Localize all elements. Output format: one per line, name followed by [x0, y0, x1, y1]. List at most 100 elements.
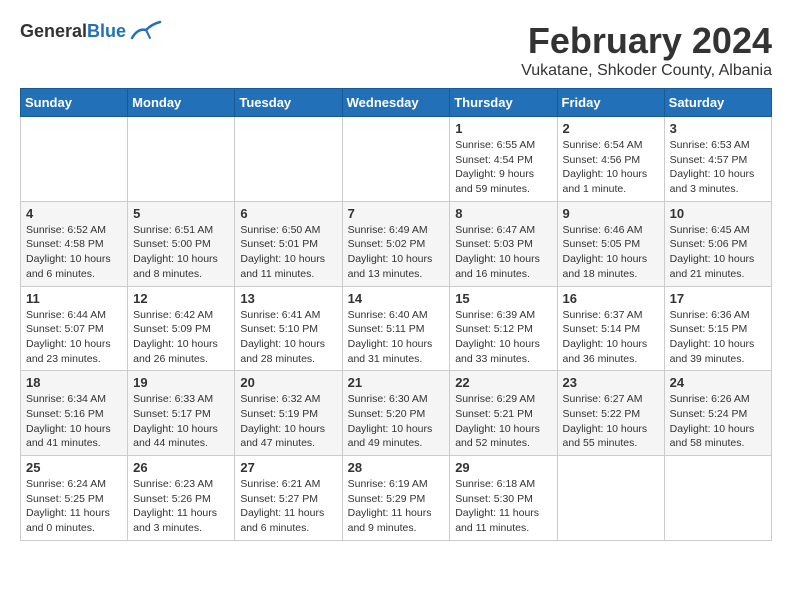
calendar-cell: 3Sunrise: 6:53 AM Sunset: 4:57 PM Daylig…	[664, 117, 771, 202]
calendar-cell: 29 Sunrise: 6:18 AM Sunset: 5:30 PM Dayli…	[450, 456, 557, 541]
day-info: Sunrise: 6:19 AM Sunset: 5:29 PM Dayligh…	[348, 477, 445, 536]
day-number: 16	[563, 291, 659, 306]
calendar-cell	[664, 456, 771, 541]
calendar-cell: 27 Sunrise: 6:21 AM Sunset: 5:27 PM Dayli…	[235, 456, 342, 541]
logo-bird-icon	[130, 20, 162, 42]
day-info: Sunrise: 6:33 AM Sunset: 5:17 PM Dayligh…	[133, 392, 229, 451]
calendar-day-header: Sunday	[21, 89, 128, 117]
calendar-week-row: 18Sunrise: 6:34 AM Sunset: 5:16 PM Dayli…	[21, 371, 772, 456]
calendar-cell: 6Sunrise: 6:50 AM Sunset: 5:01 PM Daylig…	[235, 201, 342, 286]
calendar-week-row: 1Sunrise: 6:55 AM Sunset: 4:54 PM Daylig…	[21, 117, 772, 202]
calendar-week-row: 25Sunrise: 6:24 AM Sunset: 5:25 PM Dayli…	[21, 456, 772, 541]
calendar-header: SundayMondayTuesdayWednesdayThursdayFrid…	[21, 89, 772, 117]
calendar-cell: 5Sunrise: 6:51 AM Sunset: 5:00 PM Daylig…	[128, 201, 235, 286]
day-info: Sunrise: 6:18 AM Sunset: 5:30 PM Dayligh…	[455, 477, 551, 536]
day-number: 27	[240, 460, 336, 475]
day-number: 19	[133, 375, 229, 390]
day-info: Sunrise: 6:52 AM Sunset: 4:58 PM Dayligh…	[26, 223, 122, 282]
calendar-cell: 28Sunrise: 6:19 AM Sunset: 5:29 PM Dayli…	[342, 456, 450, 541]
day-info: Sunrise: 6:21 AM Sunset: 5:27 PM Dayligh…	[240, 477, 336, 536]
calendar-day-header: Tuesday	[235, 89, 342, 117]
calendar-cell: 1Sunrise: 6:55 AM Sunset: 4:54 PM Daylig…	[450, 117, 557, 202]
calendar-cell: 2 Sunrise: 6:54 AM Sunset: 4:56 PM Daylig…	[557, 117, 664, 202]
calendar-week-row: 11 Sunrise: 6:44 AM Sunset: 5:07 PM Dayli…	[21, 286, 772, 371]
day-info: Sunrise: 6:26 AM Sunset: 5:24 PM Dayligh…	[670, 392, 766, 451]
day-info: Sunrise: 6:46 AM Sunset: 5:05 PM Dayligh…	[563, 223, 659, 282]
calendar-week-row: 4 Sunrise: 6:52 AM Sunset: 4:58 PM Daylig…	[21, 201, 772, 286]
calendar-cell: 15 Sunrise: 6:39 AM Sunset: 5:12 PM Dayli…	[450, 286, 557, 371]
day-info: Sunrise: 6:45 AM Sunset: 5:06 PM Dayligh…	[670, 223, 766, 282]
calendar-cell: 8 Sunrise: 6:47 AM Sunset: 5:03 PM Daylig…	[450, 201, 557, 286]
day-info: Sunrise: 6:36 AM Sunset: 5:15 PM Dayligh…	[670, 308, 766, 367]
day-info: Sunrise: 6:40 AM Sunset: 5:11 PM Dayligh…	[348, 308, 445, 367]
day-number: 13	[240, 291, 336, 306]
calendar-body: 1Sunrise: 6:55 AM Sunset: 4:54 PM Daylig…	[21, 117, 772, 541]
day-number: 15	[455, 291, 551, 306]
calendar-cell	[128, 117, 235, 202]
logo-general: General	[20, 21, 87, 41]
day-info: Sunrise: 6:34 AM Sunset: 5:16 PM Dayligh…	[26, 392, 122, 451]
calendar-cell: 11 Sunrise: 6:44 AM Sunset: 5:07 PM Dayli…	[21, 286, 128, 371]
calendar-cell: 20 Sunrise: 6:32 AM Sunset: 5:19 PM Dayli…	[235, 371, 342, 456]
calendar-day-header: Wednesday	[342, 89, 450, 117]
day-number: 20	[240, 375, 336, 390]
day-info: Sunrise: 6:55 AM Sunset: 4:54 PM Dayligh…	[455, 138, 551, 197]
day-number: 14	[348, 291, 445, 306]
calendar-cell: 4 Sunrise: 6:52 AM Sunset: 4:58 PM Daylig…	[21, 201, 128, 286]
day-info: Sunrise: 6:37 AM Sunset: 5:14 PM Dayligh…	[563, 308, 659, 367]
day-number: 11	[26, 291, 122, 306]
day-number: 22	[455, 375, 551, 390]
calendar-cell: 22 Sunrise: 6:29 AM Sunset: 5:21 PM Dayli…	[450, 371, 557, 456]
day-info: Sunrise: 6:54 AM Sunset: 4:56 PM Dayligh…	[563, 138, 659, 197]
day-info: Sunrise: 6:32 AM Sunset: 5:19 PM Dayligh…	[240, 392, 336, 451]
calendar-day-header: Friday	[557, 89, 664, 117]
title-area: February 2024 Vukatane, Shkoder County, …	[521, 20, 772, 80]
header-row: SundayMondayTuesdayWednesdayThursdayFrid…	[21, 89, 772, 117]
calendar-cell: 7 Sunrise: 6:49 AM Sunset: 5:02 PM Daylig…	[342, 201, 450, 286]
calendar-cell: 23 Sunrise: 6:27 AM Sunset: 5:22 PM Dayli…	[557, 371, 664, 456]
page-header: GeneralBlue February 2024 Vukatane, Shko…	[20, 20, 772, 80]
day-info: Sunrise: 6:23 AM Sunset: 5:26 PM Dayligh…	[133, 477, 229, 536]
day-info: Sunrise: 6:29 AM Sunset: 5:21 PM Dayligh…	[455, 392, 551, 451]
logo: GeneralBlue	[20, 20, 162, 42]
logo-blue: Blue	[87, 21, 126, 41]
calendar-cell	[557, 456, 664, 541]
day-info: Sunrise: 6:44 AM Sunset: 5:07 PM Dayligh…	[26, 308, 122, 367]
day-number: 26	[133, 460, 229, 475]
day-number: 29	[455, 460, 551, 475]
day-number: 8	[455, 206, 551, 221]
day-info: Sunrise: 6:24 AM Sunset: 5:25 PM Dayligh…	[26, 477, 122, 536]
day-info: Sunrise: 6:47 AM Sunset: 5:03 PM Dayligh…	[455, 223, 551, 282]
calendar-cell	[21, 117, 128, 202]
day-info: Sunrise: 6:49 AM Sunset: 5:02 PM Dayligh…	[348, 223, 445, 282]
calendar-cell: 24 Sunrise: 6:26 AM Sunset: 5:24 PM Dayli…	[664, 371, 771, 456]
calendar-cell: 17 Sunrise: 6:36 AM Sunset: 5:15 PM Dayli…	[664, 286, 771, 371]
day-number: 2	[563, 121, 659, 136]
day-info: Sunrise: 6:42 AM Sunset: 5:09 PM Dayligh…	[133, 308, 229, 367]
day-number: 10	[670, 206, 766, 221]
calendar-cell: 12 Sunrise: 6:42 AM Sunset: 5:09 PM Dayli…	[128, 286, 235, 371]
logo-text: GeneralBlue	[20, 21, 126, 42]
day-info: Sunrise: 6:39 AM Sunset: 5:12 PM Dayligh…	[455, 308, 551, 367]
day-info: Sunrise: 6:27 AM Sunset: 5:22 PM Dayligh…	[563, 392, 659, 451]
calendar-cell: 25Sunrise: 6:24 AM Sunset: 5:25 PM Dayli…	[21, 456, 128, 541]
subtitle: Vukatane, Shkoder County, Albania	[521, 62, 772, 80]
day-info: Sunrise: 6:53 AM Sunset: 4:57 PM Dayligh…	[670, 138, 766, 197]
day-number: 6	[240, 206, 336, 221]
calendar-day-header: Thursday	[450, 89, 557, 117]
calendar-cell: 10 Sunrise: 6:45 AM Sunset: 5:06 PM Dayli…	[664, 201, 771, 286]
day-number: 17	[670, 291, 766, 306]
day-number: 24	[670, 375, 766, 390]
day-number: 23	[563, 375, 659, 390]
calendar-day-header: Monday	[128, 89, 235, 117]
calendar-cell: 13Sunrise: 6:41 AM Sunset: 5:10 PM Dayli…	[235, 286, 342, 371]
day-number: 7	[348, 206, 445, 221]
calendar-cell: 26 Sunrise: 6:23 AM Sunset: 5:26 PM Dayli…	[128, 456, 235, 541]
calendar-cell: 18Sunrise: 6:34 AM Sunset: 5:16 PM Dayli…	[21, 371, 128, 456]
calendar-table: SundayMondayTuesdayWednesdayThursdayFrid…	[20, 88, 772, 541]
calendar-cell: 21Sunrise: 6:30 AM Sunset: 5:20 PM Dayli…	[342, 371, 450, 456]
day-info: Sunrise: 6:51 AM Sunset: 5:00 PM Dayligh…	[133, 223, 229, 282]
day-number: 4	[26, 206, 122, 221]
day-number: 12	[133, 291, 229, 306]
calendar-cell: 14 Sunrise: 6:40 AM Sunset: 5:11 PM Dayli…	[342, 286, 450, 371]
